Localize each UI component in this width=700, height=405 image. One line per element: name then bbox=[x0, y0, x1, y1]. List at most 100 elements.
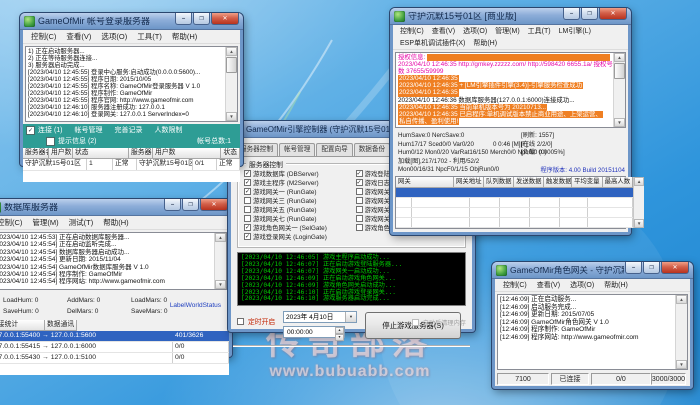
close-button[interactable] bbox=[211, 13, 239, 25]
dropdown-arrow-icon[interactable] bbox=[345, 312, 356, 322]
menu-item[interactable]: 选项(O) bbox=[459, 26, 491, 36]
connection-row[interactable]: 127.0.0.1:55415 → 127.0.0.1:6000 0/0 bbox=[0, 342, 229, 353]
table-scrollbar[interactable] bbox=[633, 177, 644, 228]
tab[interactable]: 配置向导 bbox=[316, 143, 352, 156]
service-checkbox[interactable]: 游戏登录网关 (LoginGate) bbox=[240, 232, 352, 241]
scroll-down-icon[interactable] bbox=[676, 360, 687, 369]
service-checkbox[interactable]: 游戏网关一 (RunGate) bbox=[240, 187, 352, 196]
connection-row[interactable]: 127.0.0.1:55400 → 127.0.0.1:5600 401/362… bbox=[0, 331, 229, 342]
checkbox-icon[interactable] bbox=[356, 197, 363, 204]
connection-row[interactable]: 127.0.0.1:55430 → 127.0.0.1:5100 0/0 bbox=[0, 353, 229, 364]
scrollbar[interactable] bbox=[225, 47, 237, 121]
checkbox-icon[interactable] bbox=[356, 224, 363, 231]
checkbox-icon[interactable] bbox=[356, 188, 363, 195]
timer-checkbox[interactable]: 定时开启 bbox=[237, 316, 275, 326]
checkbox-icon[interactable] bbox=[356, 206, 363, 213]
scroll-thumb[interactable] bbox=[226, 57, 237, 73]
maximize-button[interactable] bbox=[182, 199, 199, 211]
service-checkbox[interactable]: 游戏网关三 (RunGate) bbox=[240, 196, 352, 205]
tab[interactable]: 数据备份 bbox=[354, 143, 390, 156]
connect-checkbox[interactable] bbox=[26, 126, 35, 135]
checkbox-icon[interactable] bbox=[356, 215, 363, 222]
close-button[interactable] bbox=[661, 262, 689, 274]
scroll-down-icon[interactable] bbox=[614, 118, 625, 127]
column-header[interactable]: 平均变量 bbox=[572, 177, 603, 188]
column-header[interactable]: 队列数据 bbox=[484, 177, 514, 188]
scroll-thumb[interactable] bbox=[614, 63, 625, 79]
gateway-row[interactable] bbox=[396, 188, 633, 198]
minimize-button[interactable] bbox=[164, 199, 181, 211]
menu-item[interactable]: 查看(V) bbox=[532, 280, 565, 290]
scroll-down-icon[interactable] bbox=[634, 219, 644, 228]
gateway-row[interactable] bbox=[396, 198, 633, 208]
gateway-row[interactable] bbox=[396, 208, 633, 218]
menu-item[interactable]: 工具(T) bbox=[132, 31, 167, 42]
close-button[interactable] bbox=[599, 8, 627, 20]
titlebar[interactable]: GameOfMir角色网关 - 守护沉默15号0... bbox=[492, 262, 693, 279]
menu-item[interactable]: 管理(M) bbox=[491, 26, 524, 36]
service-checkbox[interactable]: 游戏数据库 (DBServer) bbox=[240, 169, 352, 178]
menu-item[interactable]: LM引擎(L) bbox=[555, 26, 595, 36]
menu-item[interactable]: 查看(V) bbox=[428, 26, 459, 36]
menu-item[interactable]: 控制(C) bbox=[396, 26, 428, 36]
column-header[interactable]: 服务器名 bbox=[129, 148, 153, 159]
menu-item[interactable]: 测试(T) bbox=[64, 217, 99, 228]
checkbox-icon[interactable] bbox=[244, 188, 251, 195]
auto-clean-checkbox[interactable]: 启动后清理内存 bbox=[412, 318, 466, 327]
menu-item[interactable]: ESP单机调试插件(X) bbox=[396, 38, 469, 48]
column-header[interactable]: 数据通讯 bbox=[45, 320, 77, 331]
limit-link[interactable]: 人数限制 bbox=[155, 127, 183, 135]
close-button[interactable] bbox=[200, 199, 228, 211]
column-header[interactable]: 状态 bbox=[73, 148, 129, 159]
menu-item[interactable]: 控制(C) bbox=[0, 217, 27, 228]
menu-item[interactable]: 帮助(H) bbox=[599, 280, 633, 290]
checkbox-icon[interactable] bbox=[244, 206, 251, 213]
scroll-up-icon[interactable] bbox=[614, 53, 625, 62]
column-header[interactable]: 连接统计 bbox=[0, 320, 45, 331]
scroll-up-icon[interactable] bbox=[634, 177, 644, 186]
scroll-up-icon[interactable] bbox=[226, 47, 237, 56]
checkbox-icon[interactable] bbox=[237, 318, 244, 325]
column-header[interactable]: 状态 bbox=[221, 148, 240, 159]
titlebar[interactable]: GameOfMir 帐号登录服务器 bbox=[20, 13, 243, 30]
maximize-button[interactable] bbox=[581, 8, 598, 20]
maximize-button[interactable] bbox=[193, 13, 210, 25]
scroll-down-icon[interactable] bbox=[215, 280, 226, 289]
date-picker[interactable]: 2023年 4月10日 bbox=[283, 311, 357, 323]
checkbox-icon[interactable] bbox=[412, 319, 419, 326]
titlebar[interactable]: 数据库服务器 bbox=[0, 199, 232, 216]
tab[interactable]: 帐号管理 bbox=[279, 143, 315, 156]
menu-item[interactable]: 控制(C) bbox=[498, 280, 532, 290]
service-checkbox[interactable]: 游戏网关七 (RunGate) bbox=[240, 214, 352, 223]
column-header[interactable]: 网关 bbox=[396, 177, 454, 188]
titlebar[interactable]: 守护沉默15号01区 [商业版] bbox=[390, 8, 631, 25]
minimize-button[interactable] bbox=[625, 262, 642, 274]
scrollbar[interactable] bbox=[613, 53, 625, 127]
menu-item[interactable]: 帮助(H) bbox=[98, 217, 133, 228]
maximize-button[interactable] bbox=[643, 262, 660, 274]
record-link[interactable]: 完善记录 bbox=[115, 127, 143, 135]
column-header[interactable]: 用户数 bbox=[153, 148, 221, 159]
scroll-down-icon[interactable] bbox=[226, 112, 237, 121]
tip-checkbox[interactable] bbox=[46, 137, 55, 146]
column-header[interactable]: 发送数据 bbox=[514, 177, 544, 188]
scroll-up-icon[interactable] bbox=[215, 233, 226, 242]
column-header[interactable]: 最高人数 bbox=[603, 177, 634, 188]
menu-item[interactable]: 选项(O) bbox=[565, 280, 599, 290]
account-manage-link[interactable]: 帐号管理 bbox=[75, 127, 103, 135]
menu-item[interactable]: 帮助(H) bbox=[167, 31, 202, 42]
time-spinner[interactable]: ▲▼ bbox=[335, 327, 344, 337]
service-checkbox[interactable]: 游戏角色网关一 (SelGate) bbox=[240, 223, 352, 232]
checkbox-icon[interactable] bbox=[244, 179, 251, 186]
checkbox-icon[interactable] bbox=[244, 215, 251, 222]
checkbox-icon[interactable] bbox=[356, 170, 363, 177]
menu-item[interactable]: 查看(V) bbox=[61, 31, 96, 42]
checkbox-icon[interactable] bbox=[244, 224, 251, 231]
checkbox-icon[interactable] bbox=[356, 179, 363, 186]
minimize-button[interactable] bbox=[175, 13, 192, 25]
gateway-row[interactable] bbox=[396, 218, 633, 228]
minimize-button[interactable] bbox=[563, 8, 580, 20]
column-header[interactable]: 服务器名 bbox=[23, 148, 49, 159]
column-header[interactable]: 网关地址 bbox=[454, 177, 484, 188]
server-row[interactable]: 守护沉默15号01区 1 正常 守护沉默15号01区 0/1 正常 bbox=[23, 159, 240, 171]
